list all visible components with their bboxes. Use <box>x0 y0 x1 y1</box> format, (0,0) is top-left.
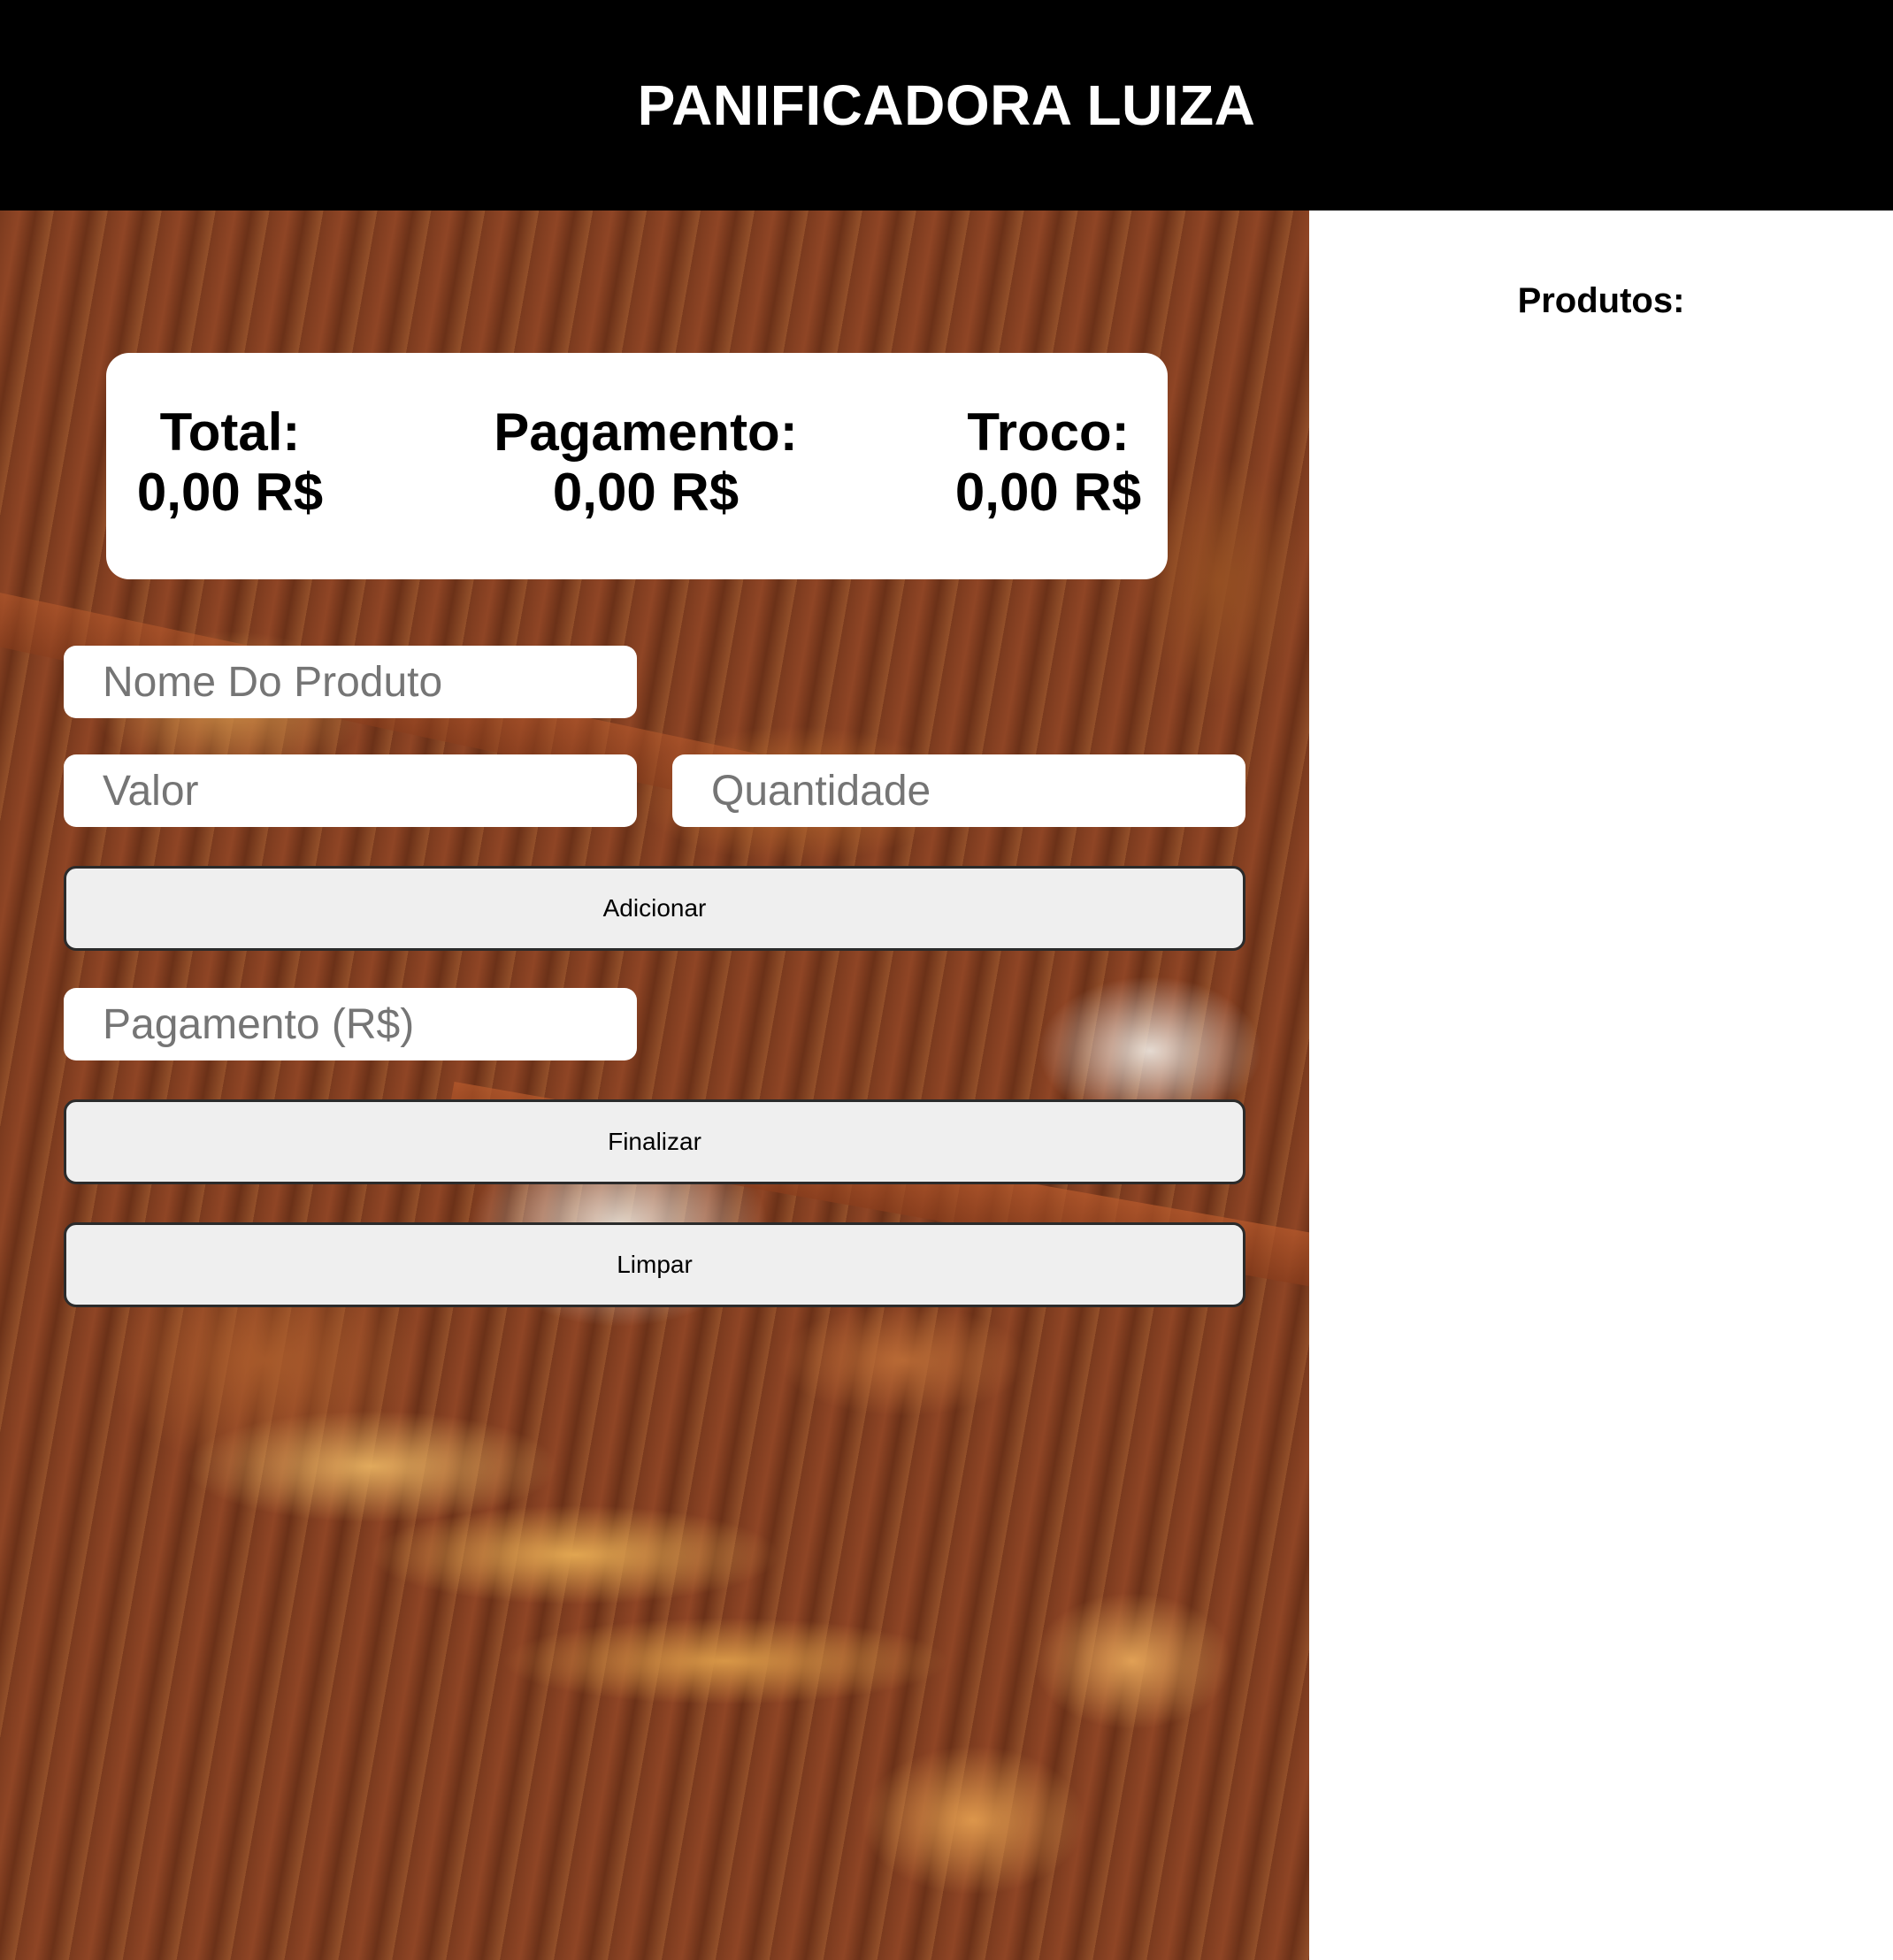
payment-input[interactable] <box>64 988 637 1060</box>
payment-summary: Pagamento: 0,00 R$ <box>460 402 832 523</box>
payment-value: 0,00 R$ <box>552 463 740 522</box>
finish-button[interactable]: Finalizar <box>64 1099 1245 1184</box>
change-summary: Troco: 0,00 R$ <box>929 402 1168 523</box>
clear-button[interactable]: Limpar <box>64 1222 1245 1307</box>
page-title: PANIFICADORA LUIZA <box>637 73 1256 137</box>
product-name-input[interactable] <box>64 646 637 718</box>
payment-label: Pagamento: <box>494 402 798 462</box>
quantity-input[interactable] <box>672 754 1245 827</box>
add-button[interactable]: Adicionar <box>64 866 1245 951</box>
summary-card: Total: 0,00 R$ Pagamento: 0,00 R$ Troco:… <box>106 353 1168 579</box>
change-label: Troco: <box>967 402 1130 462</box>
products-title: Produtos: <box>1517 281 1685 320</box>
products-panel: Produtos: <box>1309 211 1893 1960</box>
value-input[interactable] <box>64 754 637 827</box>
total-label: Total: <box>159 402 301 462</box>
app-header: PANIFICADORA LUIZA <box>0 0 1893 211</box>
change-value: 0,00 R$ <box>954 463 1142 522</box>
total-value: 0,00 R$ <box>136 463 324 522</box>
total-summary: Total: 0,00 R$ <box>106 402 354 523</box>
